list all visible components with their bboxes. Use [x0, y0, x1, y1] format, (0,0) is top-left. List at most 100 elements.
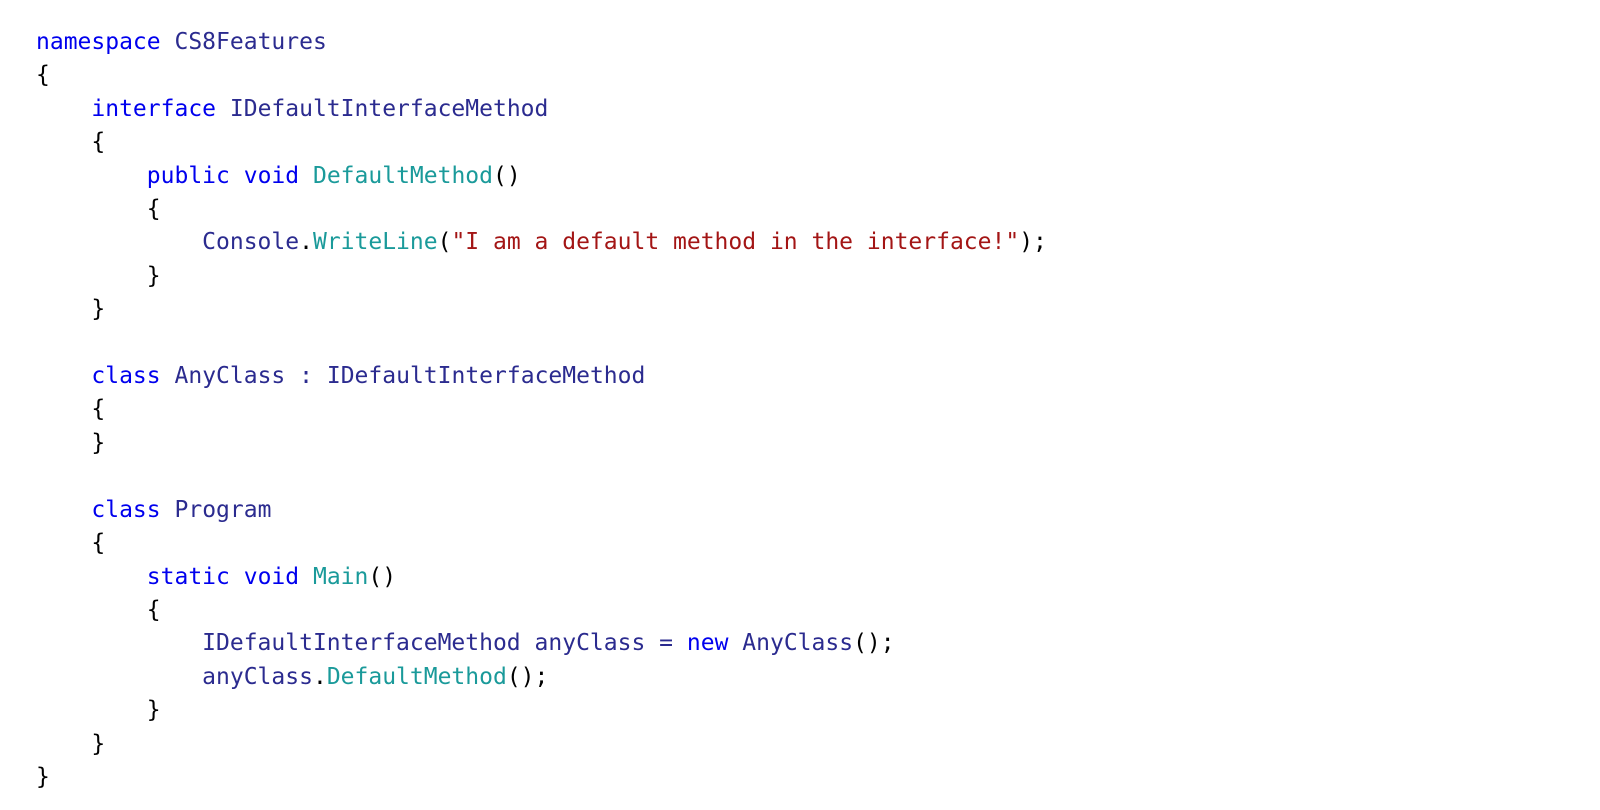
code-token-type: : — [299, 363, 313, 390]
code-line: } — [36, 761, 1047, 794]
code-surface: namespace CS8Features { interface IDefaul… — [0, 0, 1600, 810]
code-token-keyword: class — [91, 496, 161, 523]
code-token-keyword: namespace — [36, 29, 161, 55]
code-token-punct: { — [91, 530, 106, 557]
code-token-punct: (); — [853, 630, 895, 657]
code-token-keyword: class — [91, 363, 161, 390]
code-token-type: IDefaultInterfaceMethod — [326, 363, 646, 390]
code-token-punct: ); — [1019, 229, 1047, 256]
code-token-punct: . — [299, 229, 313, 256]
code-token-keyword: void — [243, 563, 300, 590]
code-token-punct: () — [368, 563, 397, 590]
code-line: { — [36, 126, 1047, 159]
code-token-punct: } — [91, 296, 106, 323]
code-token-punct: { — [91, 396, 106, 423]
code-token-type: IDefaultInterfaceMethod — [202, 630, 521, 657]
code-line: } — [36, 293, 1047, 326]
code-line: } — [36, 694, 1047, 727]
code-token-keyword: public — [146, 162, 230, 189]
code-token-method: WriteLine — [312, 229, 438, 256]
code-token-keyword: static — [146, 563, 230, 590]
code-token-punct: } — [146, 697, 161, 724]
code-token-punct: { — [146, 196, 161, 223]
code-token-method: Main — [312, 563, 369, 590]
code-token-punct: } — [91, 429, 106, 456]
code-line: } — [36, 260, 1047, 293]
code-token-punct: ( — [437, 229, 452, 256]
code-token-punct: } — [36, 763, 50, 790]
code-line: static void Main() — [36, 561, 1047, 594]
code-token-method: DefaultMethod — [326, 663, 507, 690]
code-line: public void DefaultMethod() — [36, 160, 1047, 193]
code-line: namespace CS8Features — [36, 26, 1047, 59]
code-line: { — [36, 527, 1047, 560]
code-line: Console.WriteLine("I am a default method… — [36, 226, 1047, 259]
code-line: { — [36, 594, 1047, 627]
code-token-string: "I am a default method in the interface!… — [451, 229, 1020, 256]
code-listing[interactable]: namespace CS8Features { interface IDefaul… — [36, 26, 1047, 794]
code-token-keyword: void — [243, 162, 300, 189]
code-token-identifier: anyClass — [534, 630, 646, 657]
code-token-punct: { — [91, 129, 106, 156]
code-token-keyword: new — [686, 630, 729, 657]
code-token-punct: () — [493, 162, 521, 189]
code-token-keyword: interface — [91, 95, 217, 122]
code-token-type: AnyClass — [174, 363, 286, 390]
code-line: { — [36, 193, 1047, 226]
code-token-type: IDefaultInterfaceMethod — [229, 95, 549, 122]
code-line: } — [36, 728, 1047, 761]
code-token-type: AnyClass — [742, 630, 854, 657]
code-token-punct: } — [146, 262, 161, 289]
code-line: interface IDefaultInterfaceMethod — [36, 93, 1047, 126]
code-token-method: DefaultMethod — [312, 162, 493, 189]
code-token-punct: { — [146, 596, 161, 623]
code-token-identifier: CS8Features — [174, 29, 327, 55]
code-token-identifier: = — [659, 630, 674, 657]
code-token-punct: { — [36, 62, 50, 89]
code-token-punct: (); — [506, 663, 549, 690]
code-line: { — [36, 59, 1047, 92]
code-line: anyClass.DefaultMethod(); — [36, 661, 1047, 694]
code-line: class Program — [36, 494, 1047, 527]
code-line: { — [36, 393, 1047, 426]
code-line: } — [36, 427, 1047, 460]
code-line: class AnyClass : IDefaultInterfaceMethod — [36, 360, 1047, 393]
code-token-type: Program — [174, 496, 272, 523]
code-line: IDefaultInterfaceMethod anyClass = new A… — [36, 627, 1047, 660]
code-token-type: Console — [202, 229, 300, 256]
code-token-punct: . — [312, 663, 327, 690]
